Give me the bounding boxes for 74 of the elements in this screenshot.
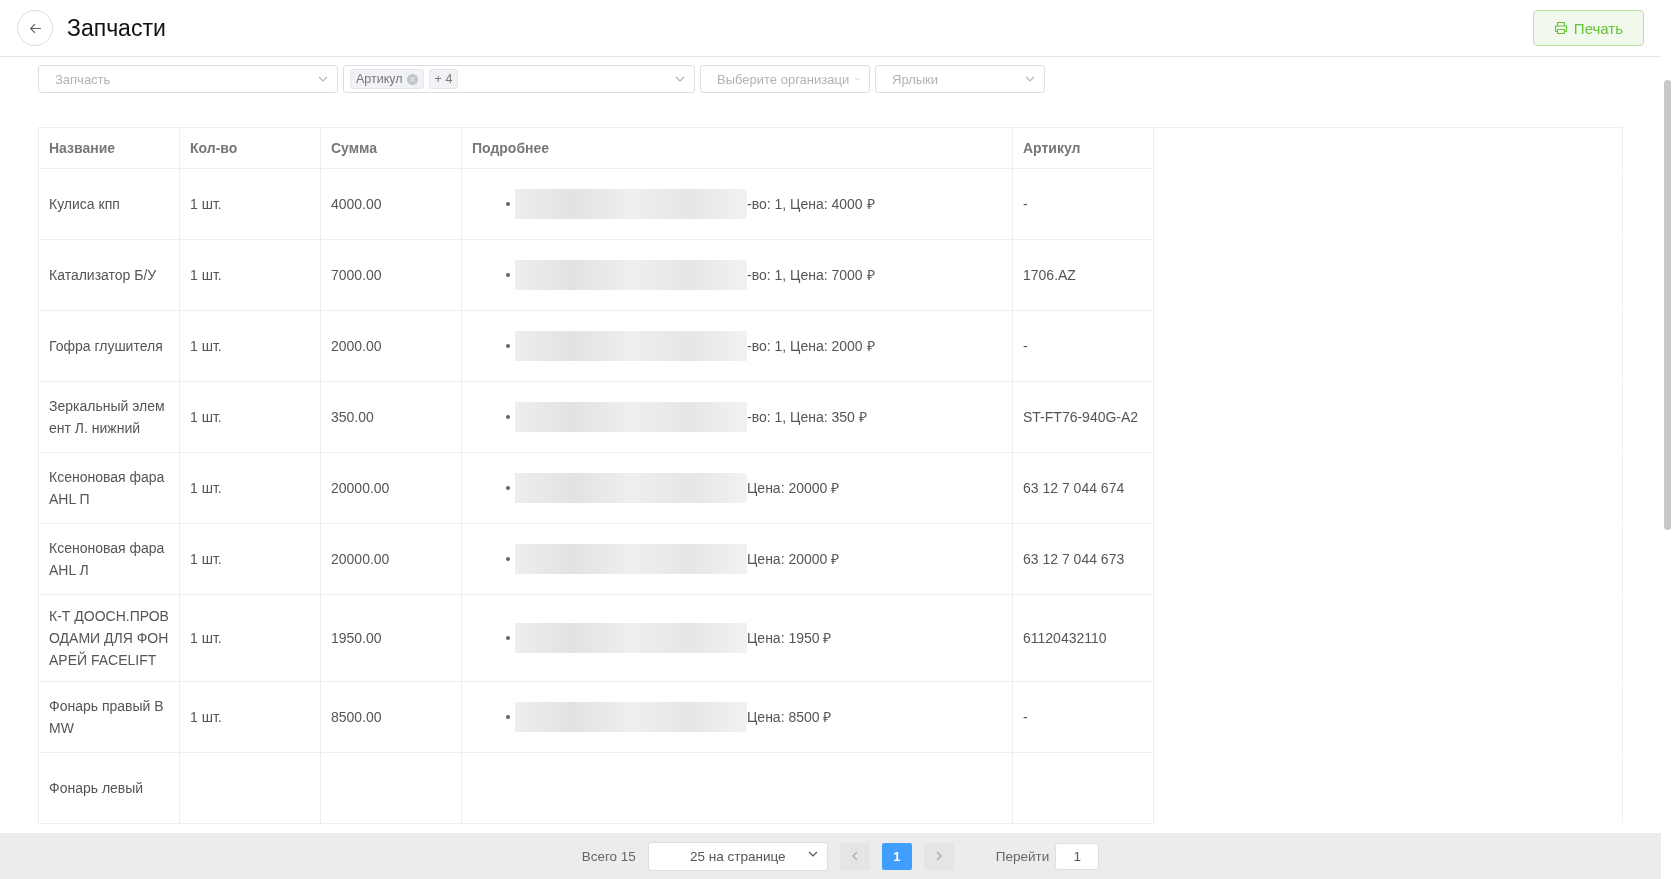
bullet-icon	[506, 415, 510, 419]
table-cell: Фонарь правый BMW	[38, 681, 180, 753]
column-header: Артикул	[1012, 127, 1154, 169]
table-cell: 350.00	[320, 381, 462, 453]
table-cell: Фонарь левый	[38, 752, 180, 824]
arrow-left-icon	[28, 21, 42, 35]
table-cell: 1706.AZ	[1012, 239, 1154, 311]
goto-input[interactable]: 1	[1055, 842, 1100, 870]
column-header: Сумма	[320, 127, 462, 169]
select-field[interactable]: Запчасть	[38, 65, 338, 93]
table-cell: Катализатор Б/У	[38, 239, 180, 311]
table-cell: 1 шт.	[179, 681, 321, 753]
close-icon[interactable]	[406, 73, 418, 85]
bullet-icon	[506, 273, 510, 277]
total-count: Всего 15	[581, 848, 636, 864]
bullet-icon	[506, 202, 510, 206]
prev-page-button[interactable]	[839, 842, 870, 870]
more-tags-count: + 4	[428, 69, 459, 89]
details-text: -во: 1, Цена: 350 ₽	[747, 408, 867, 427]
table-cell: 63 12 7 044 674	[1012, 452, 1154, 524]
bullet-icon	[506, 557, 510, 561]
table-cell: 61120432110	[1012, 594, 1154, 682]
table-cell: -	[1012, 681, 1154, 753]
table-cell: 1 шт.	[179, 381, 321, 453]
column-header: Кол-во	[179, 127, 321, 169]
bullet-icon	[506, 486, 510, 490]
page-size-select[interactable]: 25 на странице	[647, 841, 828, 871]
table-cell: -	[1012, 168, 1154, 240]
next-page-button[interactable]	[923, 842, 954, 870]
table-cell: Зеркальный элемент Л. нижний	[38, 381, 180, 453]
table-cell: ST-FT76-940G-A2	[1012, 381, 1154, 453]
table-cell: -	[1012, 310, 1154, 382]
select-field[interactable]: Выберите организаци	[700, 65, 870, 93]
details-text: Цена: 1950 ₽	[747, 629, 832, 648]
column-header: Подробнее	[461, 127, 1013, 169]
details-text: Цена: 20000 ₽	[747, 550, 840, 569]
table-cell: Ксеноновая фара AHL П	[38, 452, 180, 524]
details-text: Цена: 8500 ₽	[747, 708, 832, 727]
table-cell: 20000.00	[320, 523, 462, 595]
table-cell: Кулиса кпп	[38, 168, 180, 240]
table-cell: 1 шт.	[179, 310, 321, 382]
table-cell: 1 шт.	[179, 594, 321, 682]
printer-icon	[1553, 21, 1568, 35]
table-cell: Гофра глушителя	[38, 310, 180, 382]
print-button[interactable]: Печать	[1532, 10, 1644, 46]
details-text: Цена: 20000 ₽	[747, 479, 840, 498]
back-button[interactable]	[17, 10, 53, 46]
table-cell: 8500.00	[320, 681, 462, 753]
bullet-icon	[506, 344, 510, 348]
details-text: -во: 1, Цена: 7000 ₽	[747, 266, 875, 285]
table-cell: 1 шт.	[179, 523, 321, 595]
bullet-icon	[506, 715, 510, 719]
table-cell: Ксеноновая фара AHL Л	[38, 523, 180, 595]
goto-label: Перейти	[995, 848, 1050, 864]
select-field[interactable]: Ярлыки	[875, 65, 1045, 93]
table-cell: 1950.00	[320, 594, 462, 682]
table-cell: 63 12 7 044 673	[1012, 523, 1154, 595]
table-cell: 20000.00	[320, 452, 462, 524]
table-cell: 1 шт.	[179, 452, 321, 524]
bullet-icon	[506, 636, 510, 640]
table-cell: 2000.00	[320, 310, 462, 382]
details-text: -во: 1, Цена: 4000 ₽	[747, 195, 875, 214]
table-cell: 7000.00	[320, 239, 462, 311]
page-title: Запчасти	[67, 14, 167, 42]
table-cell: 1 шт.	[179, 168, 321, 240]
table-cell: 4000.00	[320, 168, 462, 240]
select-field[interactable]: Артикул + 4	[343, 65, 695, 93]
scrollbar[interactable]	[1664, 80, 1671, 530]
filter-tag: Артикул	[350, 69, 424, 89]
table-cell: К-Т ДООСН.ПРОВОДАМИ ДЛЯ ФОНАРЕЙ FACELIFT	[38, 594, 180, 682]
column-header: Название	[38, 127, 180, 169]
details-text: -во: 1, Цена: 2000 ₽	[747, 337, 875, 356]
table-cell: 1 шт.	[179, 239, 321, 311]
page-button[interactable]: 1	[881, 842, 912, 870]
